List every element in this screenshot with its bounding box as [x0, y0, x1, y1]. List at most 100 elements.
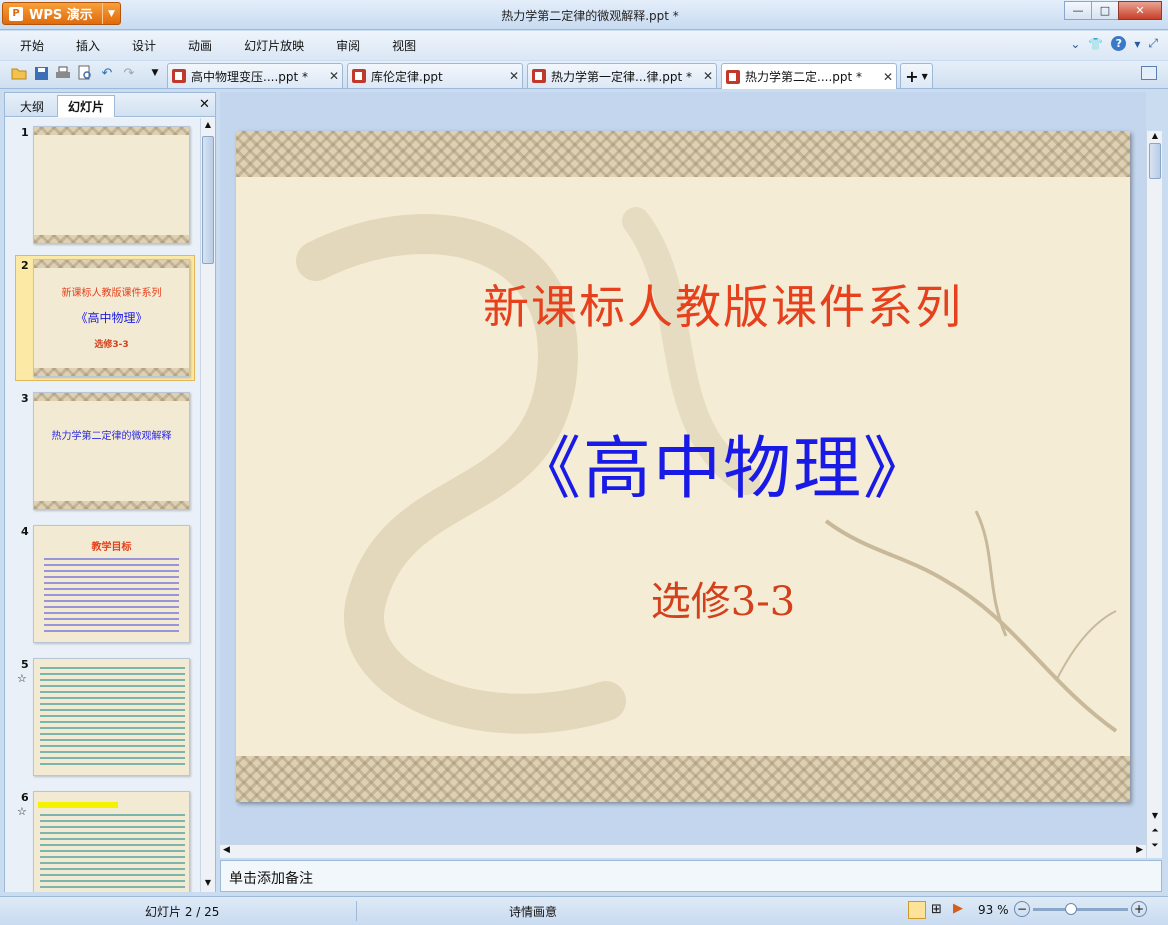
slide-thumb-2[interactable]: 新课标人教版课件系列 《高中物理》 选修3-3 — [33, 259, 190, 377]
restore-ribbon-icon[interactable]: ⤢ — [1148, 36, 1158, 51]
slide-main-title[interactable]: 《高中物理》 — [236, 413, 1130, 512]
animation-star-icon: ☆ — [17, 672, 27, 685]
help-icon[interactable]: ? — [1111, 36, 1127, 51]
tab-list-icon[interactable] — [1141, 66, 1157, 80]
tab-label: 热力学第二定....ppt * — [745, 70, 863, 84]
menu-right-tools: ⌄ 👕 ? ▾ ⤢ — [1070, 36, 1158, 51]
zoom-slider-handle[interactable] — [1065, 903, 1077, 915]
next-slide-icon[interactable]: ⏷ — [1149, 841, 1161, 851]
tab-doc-3[interactable]: 热力学第一定律...律.ppt * ✕ — [527, 63, 717, 88]
status-bar: 幻灯片 2 / 25 诗情画意 ⊞ ▶ 93 % − + — [0, 896, 1168, 925]
chevron-down-icon: ▼ — [921, 71, 928, 81]
tab-doc-4-active[interactable]: 热力学第二定....ppt * ✕ — [721, 63, 897, 89]
thumb-text-lines — [40, 667, 185, 767]
tab-doc-2[interactable]: 库伦定律.ppt ✕ — [347, 63, 523, 88]
scroll-thumb[interactable] — [202, 136, 214, 264]
thumb-number: 6 — [21, 791, 29, 804]
zoom-out-button[interactable]: − — [1014, 901, 1030, 917]
thumb-number: 3 — [21, 392, 29, 405]
panel-tabs: 大纲 幻灯片 ✕ — [5, 93, 215, 117]
thumb-number: 4 — [21, 525, 29, 538]
zoom-level: 93 % — [978, 903, 1009, 917]
close-panel-icon[interactable]: ✕ — [199, 97, 210, 112]
close-tab-icon[interactable]: ✕ — [700, 69, 716, 83]
wps-logo-icon: P — [9, 6, 23, 21]
slide-thumb-6[interactable] — [33, 791, 190, 892]
open-folder-icon[interactable] — [10, 64, 28, 82]
slide-counter: 幻灯片 2 / 25 — [145, 905, 220, 919]
thumb-number: 1 — [21, 126, 29, 139]
scroll-right-icon[interactable]: ▶ — [1136, 845, 1143, 855]
previous-slide-icon[interactable]: ⏶ — [1149, 826, 1161, 836]
print-preview-icon[interactable] — [76, 64, 94, 82]
slide-vertical-scrollbar[interactable]: ▲ ▼ ⏶ ⏷ — [1146, 131, 1162, 858]
thumb-title: 热力学第二定律的微观解释 — [51, 431, 172, 442]
window-title: 热力学第二定律的微观解释.ppt * — [501, 9, 679, 23]
skin-shirt-icon[interactable]: 👕 — [1088, 37, 1103, 51]
ppt-file-icon — [172, 69, 186, 83]
slide-subtitle[interactable]: 选修3-3 — [236, 569, 1130, 627]
window-controls: — □ ✕ — [1064, 1, 1162, 20]
menu-design[interactable]: 设计 — [112, 37, 168, 54]
close-tab-icon[interactable]: ✕ — [880, 70, 896, 84]
slide-horizontal-scrollbar[interactable]: ◀ ▶ — [220, 844, 1146, 858]
slides-panel: 大纲 幻灯片 ✕ 1 2 新课标人教版课件系列 《高中物理》 选修3-3 3 热… — [4, 92, 216, 892]
close-tab-icon[interactable]: ✕ — [326, 69, 342, 83]
menu-bar: 开始 插入 设计 动画 幻灯片放映 审阅 视图 — [0, 31, 1168, 60]
scroll-down-icon[interactable]: ▼ — [202, 878, 214, 890]
thumbnail-scrollbar[interactable]: ▲ ▼ — [200, 118, 215, 892]
minimize-button[interactable]: — — [1064, 1, 1092, 20]
menu-home[interactable]: 开始 — [0, 37, 56, 54]
close-tab-icon[interactable]: ✕ — [506, 69, 522, 83]
notes-pane[interactable]: 单击添加备注 — [220, 860, 1162, 892]
menu-view[interactable]: 视图 — [372, 37, 428, 54]
thumb-title: 教学目标 — [91, 542, 132, 553]
thumb-line1: 新课标人教版课件系列 — [61, 288, 162, 299]
slide-thumb-3[interactable]: 热力学第二定律的微观解释 — [33, 392, 190, 510]
help-dropdown-icon[interactable]: ▾ — [1134, 37, 1140, 51]
slideshow-play-icon[interactable]: ▶ — [953, 901, 963, 916]
zoom-slider[interactable] — [1033, 903, 1128, 915]
current-slide[interactable]: 新课标人教版课件系列 《高中物理》 选修3-3 — [236, 131, 1130, 802]
slide-thumb-1[interactable] — [33, 126, 190, 244]
print-icon[interactable] — [54, 64, 72, 82]
normal-view-icon[interactable] — [908, 901, 926, 919]
thumb-highlight — [38, 802, 118, 808]
redo-icon[interactable]: ↷ — [120, 64, 138, 82]
menu-slideshow[interactable]: 幻灯片放映 — [224, 37, 316, 54]
maximize-button[interactable]: □ — [1091, 1, 1119, 20]
slide-sorter-view-icon[interactable]: ⊞ — [931, 902, 942, 917]
save-icon[interactable] — [32, 64, 50, 82]
tab-outline[interactable]: 大纲 — [9, 95, 55, 117]
tab-slides[interactable]: 幻灯片 — [57, 95, 115, 117]
scroll-up-icon[interactable]: ▲ — [1149, 131, 1161, 140]
status-divider — [356, 901, 357, 921]
thumb-text-lines — [40, 814, 185, 892]
tab-label: 热力学第一定律...律.ppt * — [551, 69, 693, 84]
top-border-pattern — [236, 131, 1130, 177]
scroll-thumb[interactable] — [1149, 143, 1161, 179]
menu-insert[interactable]: 插入 — [56, 37, 112, 54]
scroll-left-icon[interactable]: ◀ — [223, 845, 230, 855]
menu-animation[interactable]: 动画 — [168, 37, 224, 54]
wps-app-menu-button[interactable]: P WPS 演示 ▼ — [2, 2, 121, 25]
scroll-down-icon[interactable]: ▼ — [1149, 811, 1161, 820]
slide-thumb-4[interactable]: 教学目标 — [33, 525, 190, 643]
collapse-ribbon-icon[interactable]: ⌄ — [1070, 37, 1080, 51]
menu-review[interactable]: 审阅 — [316, 37, 372, 54]
scroll-up-icon[interactable]: ▲ — [202, 120, 214, 132]
dropdown-arrow-icon[interactable]: ▼ — [102, 3, 120, 24]
animation-star-icon: ☆ — [17, 805, 27, 818]
slide-series-title[interactable]: 新课标人教版课件系列 — [236, 271, 1130, 337]
undo-icon[interactable]: ↶ — [98, 64, 116, 82]
ppt-file-icon — [532, 69, 546, 83]
tab-label: 高中物理变压....ppt * — [191, 69, 309, 84]
tab-doc-1[interactable]: 高中物理变压....ppt * ✕ — [167, 63, 343, 88]
app-name: WPS 演示 — [29, 8, 93, 23]
slide-thumb-5[interactable] — [33, 658, 190, 776]
zoom-in-button[interactable]: + — [1131, 901, 1147, 917]
new-tab-button[interactable]: + ▼ — [900, 63, 933, 88]
tab-label: 库伦定律.ppt — [371, 69, 443, 84]
close-window-button[interactable]: ✕ — [1118, 1, 1162, 20]
customize-icon[interactable]: ▼ — [146, 64, 164, 82]
